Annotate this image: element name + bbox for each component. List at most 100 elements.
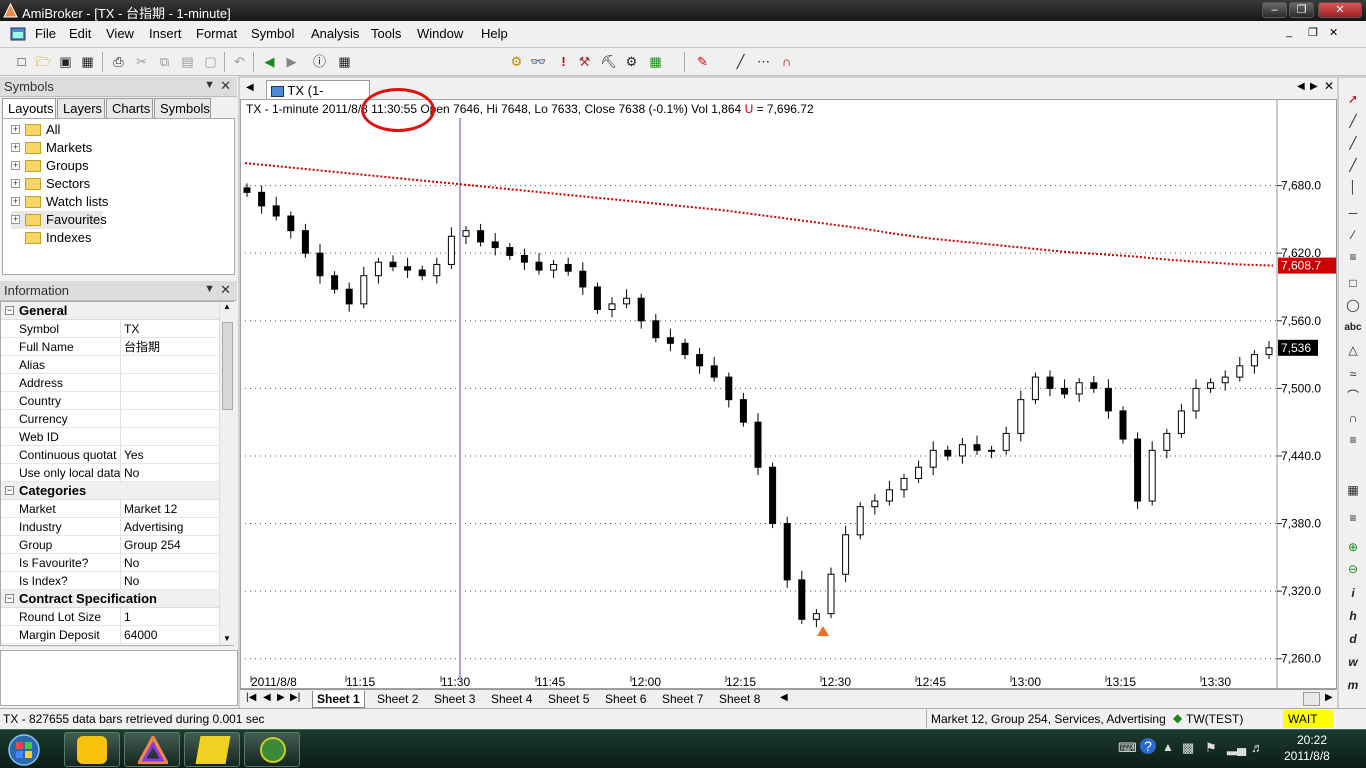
hscroll-right-icon[interactable]: ▶: [1325, 692, 1333, 703]
info-row[interactable]: Industry Advertising: [1, 518, 219, 536]
expand-icon[interactable]: +: [11, 215, 20, 224]
flag-icon[interactable]: ⚑: [1205, 740, 1217, 756]
new-icon[interactable]: □: [13, 53, 30, 70]
minimize-button[interactable]: –: [1262, 2, 1287, 18]
document-icon[interactable]: [10, 27, 26, 41]
menu-analysis[interactable]: Analysis: [311, 26, 359, 41]
hscroll-thumb[interactable]: [1303, 692, 1320, 706]
vertical-line-icon[interactable]: │: [1344, 178, 1362, 196]
export-icon[interactable]: ⚙: [623, 53, 640, 70]
taskbar-app-3[interactable]: [184, 732, 240, 767]
info-scrollbar[interactable]: ▲ ▼: [219, 302, 234, 645]
sheet-tab-8[interactable]: Sheet 8: [715, 691, 764, 708]
info-row[interactable]: Round Lot Size 1: [1, 608, 219, 626]
print-icon[interactable]: ⎙: [110, 53, 127, 70]
interval-i-icon[interactable]: i: [1344, 584, 1362, 602]
taskbar-app-4[interactable]: [244, 732, 300, 767]
forward-icon[interactable]: ▶: [283, 53, 300, 70]
export-icon-2[interactable]: ▦: [647, 53, 664, 70]
menu-edit[interactable]: Edit: [69, 26, 91, 41]
info-row[interactable]: Use only local data No: [1, 464, 219, 482]
tab-scroll-left-icon[interactable]: ◀: [1297, 81, 1305, 92]
volume-icon[interactable]: ♬: [1251, 740, 1264, 755]
sheet-tab-7[interactable]: Sheet 7: [658, 691, 707, 708]
grid-icon[interactable]: ▦: [1344, 481, 1362, 499]
info-row[interactable]: Alias: [1, 356, 219, 374]
info-row[interactable]: Is Index? No: [1, 572, 219, 590]
expand-icon[interactable]: +: [11, 161, 20, 170]
chart-tab[interactable]: TX (1-minute): [266, 80, 370, 113]
expand-icon[interactable]: +: [11, 197, 20, 206]
zigzag-icon[interactable]: ≈: [1344, 365, 1362, 383]
paste-icon[interactable]: ▤: [179, 53, 196, 70]
expand-icon[interactable]: +: [11, 125, 20, 134]
collapse-icon[interactable]: −: [5, 594, 14, 603]
copy-icon[interactable]: ⧉: [156, 53, 173, 70]
help-icon[interactable]: ?: [1140, 738, 1156, 754]
menu-symbol[interactable]: Symbol: [251, 26, 294, 41]
expand-icon[interactable]: +: [11, 143, 20, 152]
info-row[interactable]: Web ID: [1, 428, 219, 446]
tab-layers[interactable]: Layers: [57, 98, 105, 119]
cut-icon[interactable]: ✂: [133, 53, 150, 70]
restore-button[interactable]: ❐: [1289, 2, 1314, 18]
settings-icon[interactable]: ⚙: [508, 53, 525, 70]
mdi-restore-button[interactable]: ❐: [1308, 26, 1318, 39]
pin-icon[interactable]: ▼: [204, 283, 215, 295]
zoom-out-icon[interactable]: ⊖: [1344, 560, 1362, 578]
last-sheet-icon[interactable]: ▶|: [290, 692, 300, 703]
back-icon[interactable]: ◀: [261, 53, 278, 70]
info-row[interactable]: Address: [1, 374, 219, 392]
sheet-tab-4[interactable]: Sheet 4: [487, 691, 536, 708]
info-group-header[interactable]: − Contract Specification: [1, 590, 219, 608]
menu-insert[interactable]: Insert: [149, 26, 182, 41]
show-hidden-icon[interactable]: ▲: [1162, 740, 1174, 754]
line-icon[interactable]: ╱: [732, 53, 749, 70]
save-all-icon[interactable]: ▦: [79, 53, 96, 70]
candlestick-chart[interactable]: 7,680.07,620.07,560.07,500.07,440.07,380…: [241, 100, 1338, 690]
mdi-minimize-button[interactable]: _: [1286, 26, 1292, 38]
alert-icon[interactable]: !: [555, 53, 572, 70]
parallel-lines-icon[interactable]: ⁄: [1344, 226, 1362, 244]
info-row[interactable]: Group Group 254: [1, 536, 219, 554]
info-row[interactable]: Continuous quotat Yes: [1, 446, 219, 464]
start-button-icon[interactable]: [6, 733, 42, 767]
chart-area[interactable]: 7,680.0 7,620.0 7,560.0 7,500.0 7,440.0 7,380…: [240, 99, 1338, 690]
weekly-icon[interactable]: w: [1344, 653, 1362, 671]
glasses-icon[interactable]: 👓: [530, 53, 547, 70]
triangle-icon[interactable]: △: [1344, 341, 1362, 359]
dotted-line-icon[interactable]: ⋯: [755, 53, 772, 70]
fibonacci-icon[interactable]: ≡: [1344, 248, 1362, 266]
save-icon[interactable]: ▣: [57, 53, 74, 70]
chart-tab-left-icon[interactable]: ◀: [246, 82, 254, 93]
hammer-icon[interactable]: ⚒: [576, 53, 593, 70]
info-row[interactable]: Market Market 12: [1, 500, 219, 518]
ellipse-icon[interactable]: ◯: [1344, 296, 1362, 314]
info-row[interactable]: Currency: [1, 410, 219, 428]
menu-file[interactable]: File: [35, 26, 56, 41]
keyboard-icon[interactable]: ⌨: [1118, 740, 1137, 756]
first-sheet-icon[interactable]: |◀: [246, 692, 256, 703]
taskbar-amibroker[interactable]: [124, 732, 180, 767]
close-icon[interactable]: ✕: [220, 282, 231, 298]
close-button[interactable]: ✕: [1318, 2, 1362, 18]
scroll-thumb[interactable]: [222, 322, 233, 410]
horizontal-line-icon[interactable]: ─: [1344, 204, 1362, 222]
sheet-tab-6[interactable]: Sheet 6: [601, 691, 650, 708]
sheet-tab-3[interactable]: Sheet 3: [430, 691, 479, 708]
info-row[interactable]: Full Name 台指期: [1, 338, 219, 356]
delete-icon[interactable]: ▢: [202, 53, 219, 70]
undo-icon[interactable]: ↶: [231, 53, 248, 70]
expand-icon[interactable]: +: [11, 179, 20, 188]
text-icon[interactable]: abc: [1344, 319, 1362, 337]
sheet-tab-2[interactable]: Sheet 2: [373, 691, 422, 708]
scroll-up-icon[interactable]: ▲: [223, 302, 231, 311]
ray-icon[interactable]: ╱: [1344, 134, 1362, 152]
collapse-icon[interactable]: −: [5, 306, 14, 315]
info-row[interactable]: Symbol TX: [1, 320, 219, 338]
scroll-down-icon[interactable]: ▼: [223, 634, 231, 643]
daily-icon[interactable]: d: [1344, 630, 1362, 648]
pencil-icon[interactable]: ✎: [694, 53, 711, 70]
magnet-icon[interactable]: ∩: [778, 53, 795, 70]
menu-view[interactable]: View: [106, 26, 134, 41]
